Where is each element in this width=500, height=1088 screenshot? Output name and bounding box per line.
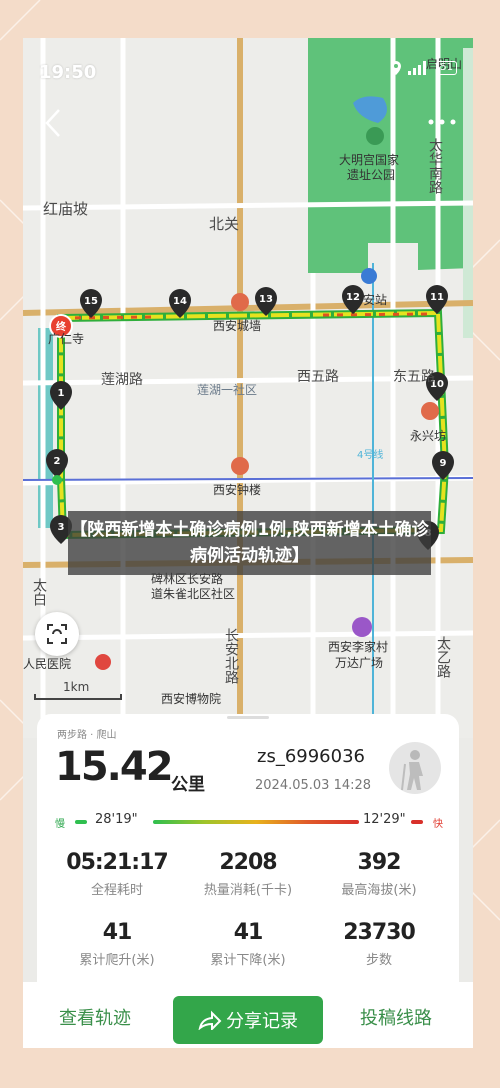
label-damingpalace-2: 遗址公园 [347,168,395,182]
bottom-action-bar: 查看轨迹 分享记录 投稿线路 [23,982,473,1048]
marker-3-label: 3 [58,522,65,533]
distance-unit: 公里 [171,775,205,795]
stat-label: 最高海拔(米) [341,883,417,898]
label-lianhuyishe: 莲湖一社区 [197,382,257,397]
status-bar: 19:50 51 [23,38,473,108]
label-taiyilu: 太乙路 [435,636,451,678]
station-icon [361,268,377,284]
stat-value: 23730 [343,920,416,945]
stat-label: 累计下降(米) [210,953,286,968]
stat-total-time: 05:21:17 全程耗时 [47,850,187,898]
stat-max-altitude: 392 最高海拔(米) [309,850,449,898]
marker-12-label: 12 [346,292,360,303]
pace-fast-label: 快 [433,819,443,830]
pace-fastest: 12'29" [363,812,406,827]
stat-label: 全程耗时 [90,883,143,898]
label-hongmiaopo: 红庙坡 [43,200,88,218]
record-datetime: 2024.05.03 14:28 [255,778,372,793]
pace-range: 慢 28'19" 12'29" 快 [55,812,443,832]
overlay-title: 【陕西新增本土确诊病例1例,陕西新增本土确诊病例活动轨迹】 [68,511,431,575]
stat-steps: 23730 步数 [309,920,449,968]
stat-descent: 41 累计下降(米) [178,920,318,968]
label-wanda: 万达广场 [335,656,383,670]
drag-handle[interactable] [227,716,269,719]
stat-ascent: 41 累计爬升(米) [47,920,187,968]
city-wall-icon [231,293,249,311]
label-taihua: 太华南路 [427,138,443,194]
scan-icon [47,624,67,644]
label-hospital: 人民医院 [23,657,71,671]
pace-gradient-bar [153,820,359,824]
activity-tags: 两步路 · 爬山 [57,730,117,741]
avatar[interactable] [389,742,441,794]
stat-value: 41 [102,920,133,945]
label-xianzhan: 安站 [363,292,387,307]
view-track-button[interactable]: 查看轨迹 [59,1004,131,1030]
shopping-icon [352,617,372,637]
yongxingfang-icon [421,402,439,420]
marker-11-label: 11 [430,292,444,303]
label-changanbeilu: 长安北路 [223,628,239,684]
record-card: 两步路 · 爬山 15.42 公里 zs_6996036 2024.05.03 … [37,714,459,1004]
label-museum: 西安博物院 [161,691,221,706]
submit-route-button[interactable]: 投稿线路 [360,1004,432,1030]
label-xiwulu: 西五路 [297,369,339,385]
more-icon[interactable] [427,116,457,128]
scale-bar [34,694,122,700]
marker-13-label: 13 [259,294,273,305]
marker-1-label: 1 [58,388,65,399]
location-icon [391,61,402,75]
marker-9-label: 9 [440,458,447,469]
label-lijiacun: 西安李家村 [328,639,388,654]
hospital-icon [95,654,111,670]
pace-slow-label: 慢 [55,819,65,830]
map-scale: 1km [33,680,123,702]
status-icons: 51 [390,60,457,76]
distance-value: 15.42 [55,744,174,790]
stat-label: 热量消耗(千卡) [203,883,293,898]
marker-2-label: 2 [54,456,61,467]
scan-button[interactable] [35,612,79,656]
back-arrow-icon[interactable] [41,106,65,140]
status-time: 19:50 [39,62,97,83]
share-icon [198,1010,222,1030]
stat-value: 41 [233,920,264,945]
label-yongxingfang: 永兴坊 [410,428,446,443]
marker-15-label: 15 [84,296,98,307]
stat-value: 2208 [219,850,277,875]
phone-screen: 15 14 13 12 11 10 9 8 3 2 1 终 红庙坡 [23,38,473,1048]
map-view[interactable]: 15 14 13 12 11 10 9 8 3 2 1 终 红庙坡 [23,38,473,738]
label-belltower: 西安钟楼 [213,482,261,497]
label-dongwulu: 东五路 [393,369,435,385]
label-lianhulu: 莲湖路 [101,372,143,388]
start-point [52,475,62,485]
label-guangersi: 广仁寺 [48,332,84,346]
label-citywall: 西安城墙 [213,318,261,333]
label-beiguan: 北关 [209,215,239,233]
stat-value: 05:21:17 [66,850,168,875]
label-damingpalace-1: 大明宫国家 [339,152,399,167]
label-beilin-sub: 道朱雀北区社区 [151,586,235,601]
stat-value: 392 [357,850,402,875]
marker-14-label: 14 [173,296,187,307]
share-record-button[interactable]: 分享记录 [173,996,323,1044]
signal-icon [408,61,427,75]
share-record-label: 分享记录 [226,1011,298,1032]
stat-label: 累计爬升(米) [79,953,155,968]
battery-icon: 51 [436,61,457,75]
stat-label: 步数 [365,953,392,968]
label-taibai: 太白 [31,578,47,606]
label-line4: 4号线 [357,448,383,461]
stat-calories: 2208 热量消耗(千卡) [178,850,318,898]
park-icon [366,127,384,145]
pace-slowest: 28'19" [95,812,138,827]
bell-tower-icon [231,457,249,475]
username: zs_6996036 [257,746,365,767]
hiker-icon [401,750,423,791]
